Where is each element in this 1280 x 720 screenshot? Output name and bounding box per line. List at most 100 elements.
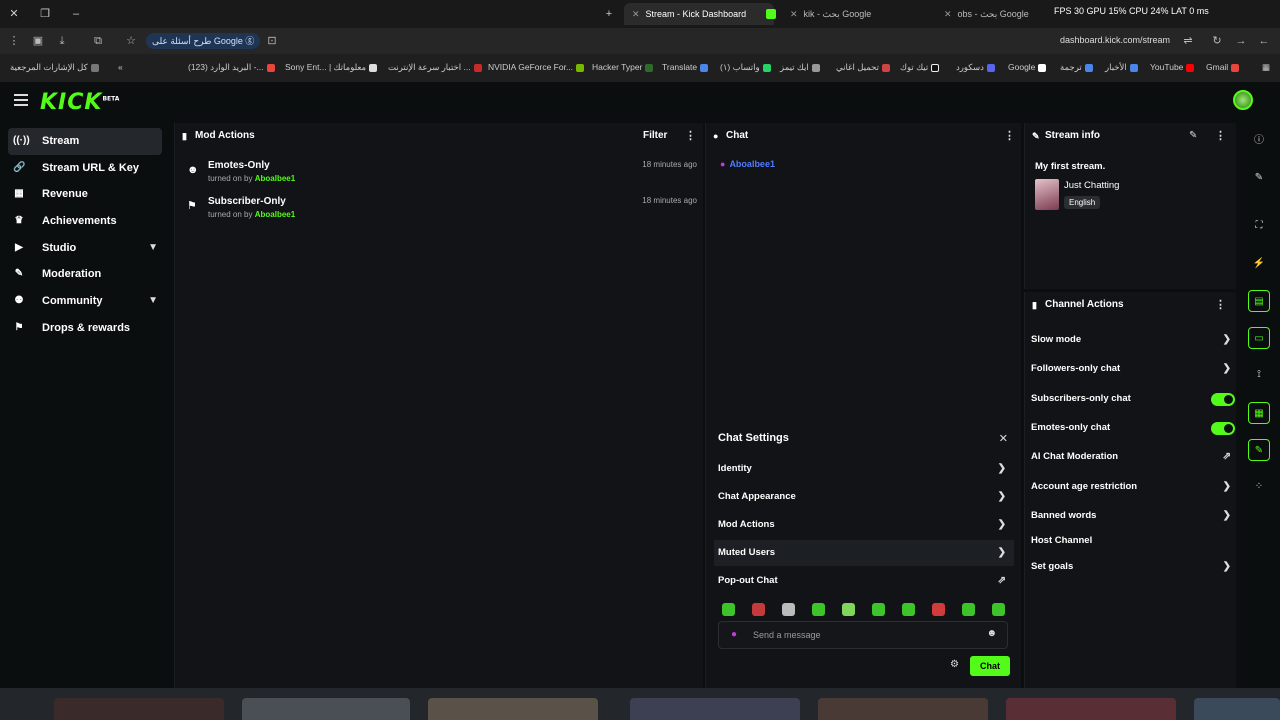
emote-icon[interactable] [872, 603, 885, 616]
extensions-icon[interactable]: ▣ [30, 33, 46, 49]
bookmark-nvidia[interactable]: NVIDIA GeForce For... [488, 62, 585, 72]
info-icon[interactable]: ⓘ [1248, 130, 1270, 152]
chat-icon[interactable]: ▭ [1248, 327, 1270, 349]
url-text[interactable]: dashboard.kick.com/stream [1060, 35, 1170, 45]
restore-window-icon[interactable]: ❐ [37, 6, 53, 22]
back-icon[interactable]: ← [1256, 33, 1272, 49]
lightning-icon[interactable]: ⚡ [1248, 253, 1270, 275]
broadcast-icon[interactable]: ⟟ [1248, 364, 1270, 386]
menu-dots-icon[interactable]: ⋮ [6, 33, 22, 49]
sidebar-item-stream[interactable]: ((·)) Stream [8, 128, 162, 155]
action-slow-mode[interactable]: Slow mode ❯ [1031, 329, 1231, 351]
emote-icon[interactable] [932, 603, 945, 616]
emote-icon[interactable] [722, 603, 735, 616]
bookmark-sony[interactable]: Sony Ent... | معلوماتك [285, 62, 378, 73]
tab-obs-search[interactable]: ✕ obs - بحث Google [936, 3, 1046, 25]
bookmark-all[interactable]: كل الإشارات المرجعية [10, 62, 99, 73]
clipboard-icon[interactable]: ▤ [1248, 290, 1270, 312]
reload-icon[interactable]: ↻ [1209, 33, 1225, 49]
chat-settings-gear-icon[interactable]: ⚙ [950, 659, 959, 670]
subscribers-only-toggle[interactable] [1211, 393, 1235, 406]
setting-chat-appearance[interactable]: Chat Appearance ❯ [714, 484, 1014, 510]
bookmark-songs[interactable]: تحميل اغاني [836, 62, 890, 73]
screenshot-icon[interactable]: ⧉ [90, 33, 106, 49]
sidebar-item-stream-url-key[interactable]: 🔗 Stream URL & Key [8, 155, 162, 182]
emote-icon[interactable] [992, 603, 1005, 616]
action-host-channel[interactable]: Host Channel [1031, 530, 1231, 552]
emote-icon[interactable] [812, 603, 825, 616]
sidebar-item-achievements[interactable]: ♛ Achievements [8, 208, 162, 235]
category-thumbnail[interactable] [1035, 179, 1059, 210]
taskbar-thumbnail[interactable] [818, 698, 988, 720]
send-chat-button[interactable]: Chat [970, 656, 1010, 676]
forward-icon[interactable]: → [1233, 33, 1249, 49]
taskbar-thumbnail[interactable] [54, 698, 224, 720]
mod-action-user[interactable]: Aboalbee1 [255, 210, 295, 219]
action-banned-words[interactable]: Banned words ❯ [1031, 505, 1231, 527]
edit-pencil-icon[interactable]: ✎ [1189, 130, 1197, 141]
sidebar-item-community[interactable]: ⚉ Community ▼ [8, 288, 162, 315]
edit-icon[interactable]: ✎ [1248, 167, 1270, 189]
mod-action-user[interactable]: Aboalbee1 [255, 174, 295, 183]
action-account-age[interactable]: Account age restriction ❯ [1031, 476, 1231, 498]
close-icon[interactable]: ✕ [999, 432, 1008, 445]
channel-actions-menu-icon[interactable]: ⋮ [1215, 298, 1226, 311]
bookmarks-chevron-icon[interactable]: « [118, 62, 123, 72]
emotes-only-toggle[interactable] [1211, 422, 1235, 435]
chat-message-input[interactable] [753, 626, 973, 644]
bookmark-news[interactable]: الأخبار [1105, 62, 1138, 73]
bookmark-translate-ar[interactable]: ترجمة [1060, 62, 1093, 73]
emote-icon[interactable] [842, 603, 855, 616]
hamburger-menu-icon[interactable] [14, 94, 28, 106]
action-ai-moderation[interactable]: AI Chat Moderation ⇗ [1031, 446, 1231, 468]
new-tab-icon[interactable]: + [601, 6, 617, 22]
action-set-goals[interactable]: Set goals ❯ [1031, 556, 1231, 578]
google-ask-chip[interactable]: طرح أسئلة على Google ⓖ [146, 33, 261, 49]
wrench-icon[interactable]: ✎ [1248, 439, 1270, 461]
action-followers-only[interactable]: Followers-only chat ❯ [1031, 358, 1231, 380]
sidebar-item-studio[interactable]: ▶ Studio ▼ [8, 235, 162, 262]
emote-icon[interactable] [902, 603, 915, 616]
download-icon[interactable]: ⤓ [54, 33, 70, 49]
chat-message-user[interactable]: ● Aboalbee1 [720, 159, 775, 169]
minimize-window-icon[interactable]: – [68, 6, 84, 22]
bookmark-egybest[interactable]: ايك تيمز [780, 62, 820, 73]
sidebar-item-moderation[interactable]: ✎ Moderation [8, 261, 162, 288]
category-name[interactable]: Just Chatting [1064, 180, 1119, 191]
emote-icon[interactable] [782, 603, 795, 616]
emoji-picker-icon[interactable]: ☻ [986, 628, 997, 639]
bookmarks-grid-icon[interactable]: ▦ [1262, 62, 1270, 73]
setting-popout-chat[interactable]: Pop-out Chat ⇗ [714, 568, 1014, 594]
chat-menu-icon[interactable]: ⋮ [1004, 129, 1015, 142]
taskbar-thumbnail[interactable] [1194, 698, 1280, 720]
site-settings-icon[interactable]: ⇌ [1180, 33, 1196, 49]
tab-kik-search[interactable]: ✕ kik - بحث Google [782, 3, 912, 25]
filter-button[interactable]: Filter [643, 130, 667, 141]
bookmark-youtube[interactable]: YouTube [1150, 62, 1195, 72]
setting-mod-actions[interactable]: Mod Actions ❯ [714, 512, 1014, 538]
google-lens-icon[interactable]: ⊡ [264, 33, 280, 49]
setting-muted-users[interactable]: Muted Users ❯ [714, 540, 1014, 566]
taskbar-thumbnail[interactable] [242, 698, 410, 720]
fullscreen-icon[interactable]: ⛶ [1248, 215, 1270, 237]
stream-info-menu-icon[interactable]: ⋮ [1215, 129, 1226, 142]
user-avatar[interactable] [1233, 90, 1253, 110]
bookmark-speedtest[interactable]: اختبار سرعة الإنترنت ... [388, 62, 482, 73]
bookmark-gmail-inbox[interactable]: (123) البريد الوارد -... [188, 62, 275, 73]
stream-info-icon[interactable]: ▦ [1248, 402, 1270, 424]
bookmark-star-icon[interactable]: ☆ [123, 33, 139, 49]
taskbar-thumbnail[interactable] [630, 698, 800, 720]
bookmark-tiktok[interactable]: تيك توك [900, 62, 940, 73]
bookmark-translate[interactable]: Translate [662, 62, 709, 72]
taskbar-thumbnail[interactable] [1006, 698, 1176, 720]
emote-icon[interactable] [752, 603, 765, 616]
sidebar-item-revenue[interactable]: ▦ Revenue [8, 181, 162, 208]
bookmark-discord[interactable]: دسكورد [956, 62, 995, 73]
close-window-icon[interactable]: ✕ [6, 6, 22, 22]
bookmark-hacker-typer[interactable]: Hacker Typer [592, 62, 654, 72]
tab-kick-dashboard[interactable]: ✕ Stream - Kick Dashboard [624, 3, 774, 25]
apps-icon[interactable]: ⁘ [1248, 476, 1270, 498]
emote-icon[interactable] [962, 603, 975, 616]
mod-actions-menu-icon[interactable]: ⋮ [685, 129, 696, 142]
taskbar-thumbnail[interactable] [428, 698, 598, 720]
